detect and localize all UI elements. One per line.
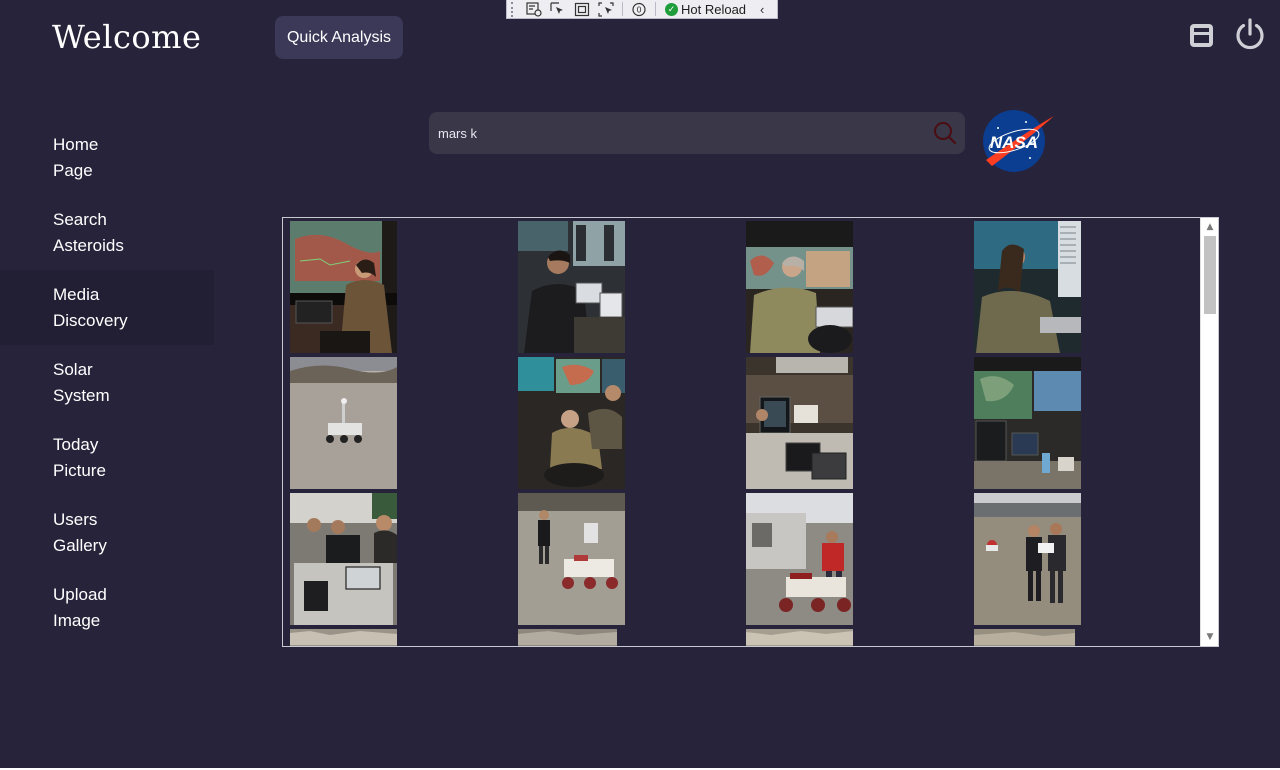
hot-reload-status[interactable]: ✓ Hot Reload bbox=[661, 2, 750, 17]
nav-item-media-discovery[interactable]: Media Discovery bbox=[0, 270, 214, 345]
image-grid bbox=[290, 221, 1202, 646]
gallery-row bbox=[290, 493, 1202, 629]
scrollbar-thumb[interactable] bbox=[1204, 236, 1216, 314]
nasa-logo-text: NASA bbox=[990, 133, 1038, 152]
svg-text:0: 0 bbox=[636, 5, 641, 14]
gallery-image-rocky-ground[interactable] bbox=[974, 629, 1075, 646]
image-gallery: ▲ ▼ bbox=[282, 217, 1219, 647]
collapse-toolbar-icon[interactable]: ‹ bbox=[760, 2, 764, 17]
nasa-logo: NASA bbox=[978, 108, 1056, 180]
gallery-image-workstation-monitors[interactable] bbox=[974, 357, 1081, 489]
live-tree-icon[interactable] bbox=[523, 1, 545, 18]
nav-label: Users Gallery bbox=[53, 509, 107, 555]
search-icon[interactable] bbox=[925, 112, 965, 154]
nav-item-upload-image[interactable]: Upload Image bbox=[0, 570, 214, 645]
gallery-image-person-walking-with-rover[interactable] bbox=[518, 493, 625, 625]
gallery-scrollbar[interactable]: ▲ ▼ bbox=[1200, 218, 1218, 646]
gallery-image-scientist-at-console[interactable] bbox=[746, 221, 853, 353]
app-window: Welcome Quick Analysis 0 ✓ Hot Reload ‹ bbox=[0, 0, 1280, 768]
gallery-image-mission-control-operator[interactable] bbox=[290, 221, 397, 353]
gallery-image-rover-in-desert[interactable] bbox=[290, 357, 397, 489]
nav-item-today-picture[interactable]: Today Picture bbox=[0, 420, 214, 495]
nav-label: Solar System bbox=[53, 359, 110, 405]
search-bar bbox=[429, 112, 965, 154]
nav-item-users-gallery[interactable]: Users Gallery bbox=[0, 495, 214, 570]
select-element-icon[interactable] bbox=[547, 1, 569, 18]
gallery-image-rocky-ground[interactable] bbox=[290, 629, 397, 646]
restore-icon[interactable] bbox=[1188, 22, 1215, 53]
display-adorner-icon[interactable] bbox=[571, 1, 593, 18]
quick-analysis-button[interactable]: Quick Analysis bbox=[275, 16, 403, 59]
gallery-row bbox=[290, 357, 1202, 493]
toolbar-grip[interactable] bbox=[511, 1, 517, 17]
binding-failures-icon[interactable]: 0 bbox=[628, 1, 650, 18]
nav-item-search-asteroids[interactable]: Search Asteroids bbox=[0, 195, 214, 270]
hot-reload-label: Hot Reload bbox=[681, 1, 747, 17]
nav-label: Search Asteroids bbox=[53, 209, 124, 255]
check-icon: ✓ bbox=[665, 2, 678, 16]
gallery-image-operator-with-headset[interactable] bbox=[518, 221, 625, 353]
debug-toolbar: 0 ✓ Hot Reload ‹ bbox=[506, 0, 778, 19]
gallery-row bbox=[290, 221, 1202, 357]
sidebar-nav: Home Page Search Asteroids Media Discove… bbox=[0, 120, 214, 645]
gallery-image-team-at-monitors[interactable] bbox=[518, 357, 625, 489]
gallery-image-rocky-ground[interactable] bbox=[518, 629, 617, 646]
nav-item-solar-system[interactable]: Solar System bbox=[0, 345, 214, 420]
nav-label: Upload Image bbox=[53, 584, 107, 630]
gallery-image-rocky-ground[interactable] bbox=[746, 629, 853, 646]
nav-label: Media Discovery bbox=[53, 284, 128, 330]
toolbar-separator bbox=[655, 2, 656, 16]
power-icon[interactable] bbox=[1233, 17, 1267, 55]
gallery-row bbox=[290, 629, 1202, 646]
scroll-down-icon[interactable]: ▼ bbox=[1202, 629, 1218, 645]
search-input[interactable] bbox=[429, 112, 925, 154]
gallery-image-rover-near-trailer[interactable] bbox=[746, 493, 853, 625]
toolbar-separator bbox=[622, 2, 623, 16]
nav-label: Home Page bbox=[53, 134, 99, 180]
welcome-title: Welcome bbox=[52, 18, 202, 56]
scroll-up-icon[interactable]: ▲ bbox=[1202, 219, 1218, 235]
gallery-image-operator-long-hair[interactable] bbox=[974, 221, 1081, 353]
nav-label: Today Picture bbox=[53, 434, 106, 480]
gallery-image-field-tent-laptops[interactable] bbox=[290, 493, 397, 625]
gallery-image-two-people-reviewing-papers[interactable] bbox=[974, 493, 1081, 625]
track-focus-icon[interactable] bbox=[595, 1, 617, 18]
gallery-image-control-room-laptops[interactable] bbox=[746, 357, 853, 489]
nav-item-home-page[interactable]: Home Page bbox=[0, 120, 214, 195]
